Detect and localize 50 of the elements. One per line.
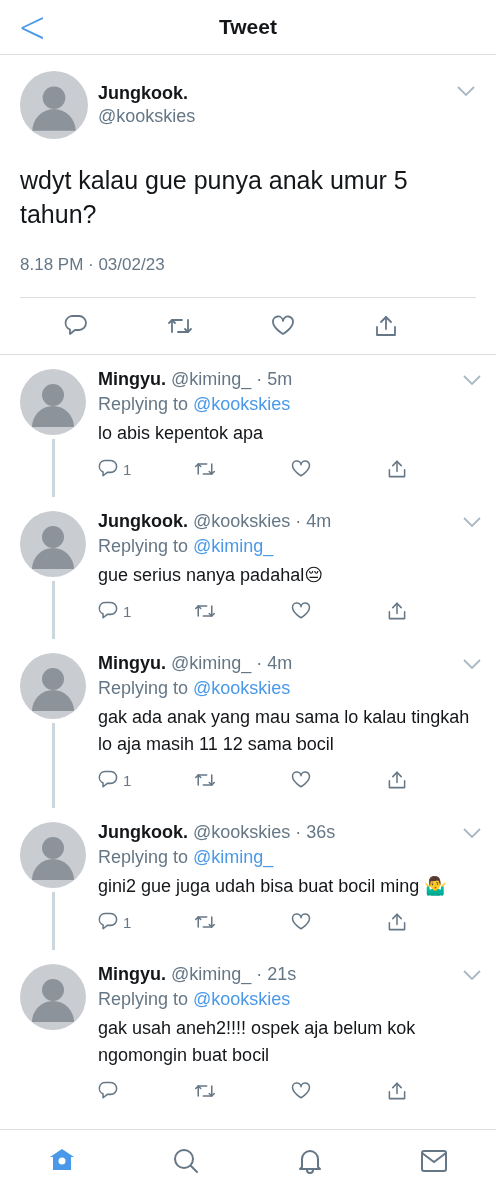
display-name[interactable]: Jungkook. (98, 511, 188, 532)
page-title: Tweet (219, 15, 277, 39)
avatar[interactable] (20, 653, 86, 719)
reply-count: 1 (123, 771, 132, 789)
reply-text: gak ada anak yang mau sama lo kalau tingkah lo aja masih 11 12 sama bocil (98, 706, 471, 756)
mention-link[interactable]: @kookskies (193, 394, 291, 415)
display-name[interactable]: Mingyu. (98, 653, 166, 674)
share-icon[interactable] (386, 600, 408, 622)
search-icon[interactable] (172, 1147, 200, 1175)
share-icon[interactable] (386, 769, 408, 791)
mention-link[interactable]: @kiming_ (193, 847, 274, 868)
bell-icon[interactable] (296, 1147, 324, 1175)
reply-text: gue serius nanya padahal😔 (98, 564, 324, 587)
avatar[interactable] (20, 964, 86, 1030)
mention-link[interactable]: @kiming_ (193, 536, 274, 557)
username[interactable]: @kookskies (98, 106, 446, 127)
mail-icon[interactable] (420, 1147, 448, 1175)
reply-count: 1 (123, 602, 132, 620)
back-button[interactable]: < (12, 0, 53, 52)
display-name[interactable]: Jungkook. (98, 83, 446, 104)
replying-label: Replying to (98, 394, 189, 415)
replying-label: Replying to (98, 847, 189, 868)
share-icon[interactable] (386, 911, 408, 933)
reply-count: 1 (123, 460, 132, 478)
avatar[interactable] (20, 369, 86, 435)
replying-label: Replying to (98, 678, 189, 699)
display-name[interactable]: Jungkook. (98, 822, 188, 843)
username-and-time: @kookskies · 4m (193, 511, 333, 532)
username-and-time: @kiming_ · 5m (171, 369, 294, 390)
username-and-time: @kiming_ · 4m (171, 653, 294, 674)
mention-link[interactable]: @kookskies (193, 989, 291, 1010)
timestamp: 8.18 PM · 03/02/23 (20, 255, 476, 298)
reply-text: gak usah aneh2!!!! ospek aja belum kok ngomongin buat bocil (98, 1017, 417, 1067)
reply-text: gini2 gue juga udah bisa buat bocil ming 🤷‍♂ (98, 875, 448, 898)
reply-count: 1 (123, 913, 132, 931)
avatar[interactable] (20, 822, 86, 888)
share-icon[interactable] (373, 313, 399, 339)
username-and-time: @kiming_ · 21s (171, 964, 298, 985)
avatar[interactable] (20, 71, 88, 139)
share-icon[interactable] (386, 1080, 408, 1102)
display-name[interactable]: Mingyu. (98, 964, 166, 985)
replying-label: Replying to (98, 989, 189, 1010)
reply-text: lo abis kepentok apa (98, 422, 265, 445)
share-icon[interactable] (386, 458, 408, 480)
mention-link[interactable]: @kookskies (193, 678, 291, 699)
username-and-time: @kookskies · 36s (193, 822, 337, 843)
display-name[interactable]: Mingyu. (98, 369, 166, 390)
replying-label: Replying to (98, 536, 189, 557)
avatar[interactable] (20, 511, 86, 577)
tweet-text: wdyt kalau gue punya anak umur 5 tahun? (20, 165, 409, 230)
